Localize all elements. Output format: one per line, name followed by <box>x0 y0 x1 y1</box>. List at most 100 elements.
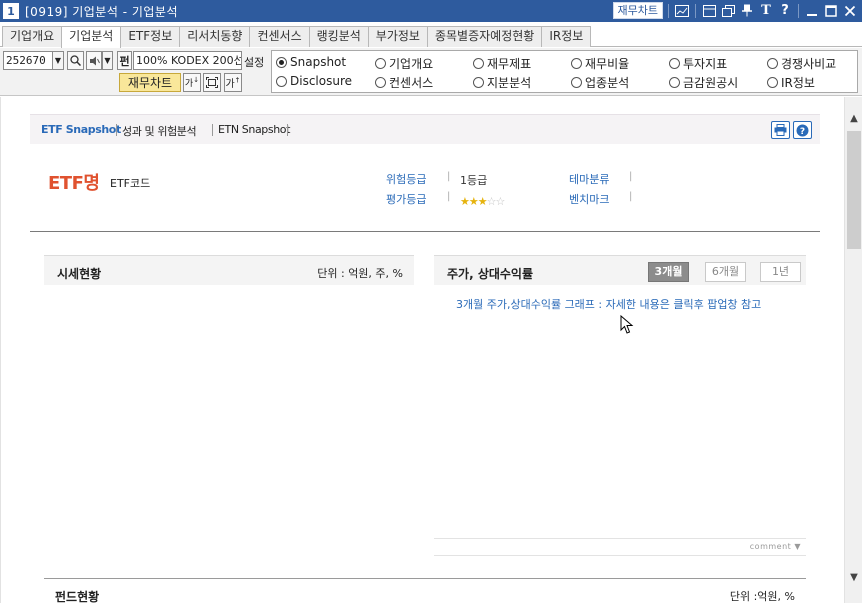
stock-code-input[interactable]: 252670 <box>3 51 53 70</box>
tab-extra-info[interactable]: 부가정보 <box>367 26 428 47</box>
radio-label: Snapshot <box>290 55 347 69</box>
speaker-dropdown-button[interactable]: ▼ <box>102 51 113 70</box>
info-separator: | <box>447 171 451 182</box>
fit-screen-icon <box>206 77 218 88</box>
menu-radio-group: Snapshot 기업개요 재무제표 재무비율 투자지표 경쟁사비교 Discl… <box>271 50 858 93</box>
tab-company-overview[interactable]: 기업개요 <box>2 26 63 47</box>
main-tab-bar: 기업개요 기업분석 ETF정보 리서치동향 컨센서스 랭킹분석 부가정보 종목별… <box>0 26 862 48</box>
radio-investment-indicators[interactable]: 투자지표 <box>669 55 727 72</box>
market-status-unit: 단위 : 억원, 주, % <box>317 267 403 280</box>
financial-chart-title-button[interactable]: 재무차트 <box>612 2 663 19</box>
star-filled-icon: ★ <box>477 195 488 208</box>
radio-dot <box>375 77 386 88</box>
speaker-button[interactable] <box>86 51 102 70</box>
radio-label: 경쟁사비교 <box>781 57 837 71</box>
tab-ranking[interactable]: 랭킹분석 <box>308 26 369 47</box>
radio-dot <box>571 58 582 69</box>
minimize-icon[interactable] <box>804 3 820 19</box>
radio-dot <box>571 77 582 88</box>
radio-fss-disclosure[interactable]: 금감원공시 <box>669 74 738 91</box>
settings-label[interactable]: 설정 <box>244 54 264 70</box>
info-separator: | <box>629 171 633 182</box>
comment-bar[interactable]: comment ▼ <box>434 538 806 556</box>
tab-research[interactable]: 리서치동향 <box>179 26 251 47</box>
font-larger-button[interactable]: 가↑ <box>224 73 242 92</box>
print-button[interactable] <box>771 121 790 139</box>
pin-icon[interactable] <box>739 3 755 19</box>
scroll-down-icon[interactable]: ▼ <box>848 572 860 586</box>
price-return-header: 주가, 상대수익률 3개월 6개월 1년 <box>434 255 806 285</box>
font-smaller-button[interactable]: 가↓ <box>183 73 201 92</box>
radio-dot <box>669 58 680 69</box>
search-button[interactable] <box>67 51 84 70</box>
radio-consensus[interactable]: 컨센서스 <box>375 74 433 91</box>
search-icon <box>70 55 81 66</box>
stock-name-field: 100% KODEX 200선물 <box>133 51 242 70</box>
period-6m-button[interactable]: 6개월 <box>705 262 746 282</box>
subnav-etf-snapshot[interactable]: ETF Snapshot <box>41 123 121 136</box>
radio-ir-info[interactable]: IR정보 <box>767 74 815 91</box>
tab-ir-info[interactable]: IR정보 <box>541 26 592 47</box>
radio-label: IR정보 <box>781 76 815 90</box>
window-number: 1 <box>3 3 19 19</box>
window-layout-icon[interactable] <box>701 3 717 19</box>
price-graph-link[interactable]: 3개월 주가,상대수익률 그래프 : 자세한 내용은 클릭후 팝업창 참고 <box>456 296 761 312</box>
font-larger-icon: 가↑ <box>225 76 241 90</box>
radio-financial-ratios[interactable]: 재무비율 <box>571 55 629 72</box>
radio-snapshot[interactable]: Snapshot <box>276 55 346 69</box>
tab-etf-info[interactable]: ETF정보 <box>120 26 181 47</box>
subnav-separator <box>212 124 213 136</box>
radio-financial-statements[interactable]: 재무제표 <box>473 55 531 72</box>
title-separator <box>695 3 696 18</box>
snapshot-subnav: ETF Snapshot 성과 및 위험분석 ETN Snapshot ? <box>30 114 820 144</box>
subnav-separator <box>287 124 288 136</box>
radio-ownership-analysis[interactable]: 지분분석 <box>473 74 531 91</box>
radio-label: 업종분석 <box>585 76 630 90</box>
radio-disclosure[interactable]: Disclosure <box>276 74 352 88</box>
subnav-etn-snapshot[interactable]: ETN Snapshot <box>218 123 290 136</box>
comment-toggle[interactable]: comment ▼ <box>750 542 801 551</box>
star-empty-icon: ☆ <box>486 195 497 208</box>
help-button[interactable]: ? <box>793 121 812 139</box>
code-dropdown-button[interactable]: ▼ <box>52 51 64 70</box>
radio-company-overview[interactable]: 기업개요 <box>375 55 433 72</box>
tab-capital-increase[interactable]: 종목별증자예정현황 <box>426 26 543 47</box>
fund-status-unit: 단위 :억원, % <box>729 590 795 603</box>
radio-peer-comparison[interactable]: 경쟁사비교 <box>767 55 836 72</box>
star-filled-icon: ★ <box>460 195 470 208</box>
title-bar: 1 [0919] 기업분석 - 기업분석 재무차트 T ? <box>0 0 862 22</box>
maximize-icon[interactable] <box>823 3 839 19</box>
fit-screen-button[interactable] <box>203 73 221 92</box>
tab-consensus[interactable]: 컨센서스 <box>249 26 310 47</box>
etf-name: ETF명 <box>48 173 100 194</box>
title-separator <box>798 3 799 18</box>
radio-label: 지분분석 <box>487 76 532 90</box>
etf-code-label: ETF코드 <box>110 177 151 190</box>
period-3m-button[interactable]: 3개월 <box>648 262 689 282</box>
scrollbar-thumb[interactable] <box>847 131 861 249</box>
font-size-icon[interactable]: T <box>758 3 774 19</box>
help-icon[interactable]: ? <box>777 3 793 19</box>
subnav-performance-risk[interactable]: 성과 및 위험분석 <box>122 123 197 139</box>
radio-dot <box>276 75 287 87</box>
radio-industry-analysis[interactable]: 업종분석 <box>571 74 629 91</box>
copy-window-icon[interactable] <box>720 3 736 19</box>
subnav-separator <box>116 124 117 136</box>
mouse-cursor-icon <box>620 314 634 338</box>
tab-company-analysis[interactable]: 기업분석 <box>61 26 122 48</box>
chart-icon[interactable] <box>674 3 690 19</box>
title-separator <box>668 3 669 18</box>
rating-stars: ★★★☆☆ <box>460 195 505 208</box>
info-separator: | <box>629 191 633 202</box>
scroll-up-icon[interactable]: ▲ <box>848 113 860 127</box>
close-icon[interactable] <box>842 3 858 19</box>
risk-grade-value: 1등급 <box>460 174 488 187</box>
period-1y-button[interactable]: 1년 <box>760 262 801 282</box>
section-divider <box>30 231 820 232</box>
toolbar: 252670 ▼ ▼ 펀 100% KODEX 200선물 설정 재무차트 가↓… <box>0 48 862 96</box>
content-area: ETF Snapshot 성과 및 위험분석 ETN Snapshot ? ET… <box>0 97 844 603</box>
financial-chart-button[interactable]: 재무차트 <box>119 73 181 92</box>
help-icon: ? <box>796 124 809 137</box>
radio-dot <box>375 58 386 69</box>
vertical-scrollbar[interactable]: ▲ ▼ <box>844 97 862 603</box>
